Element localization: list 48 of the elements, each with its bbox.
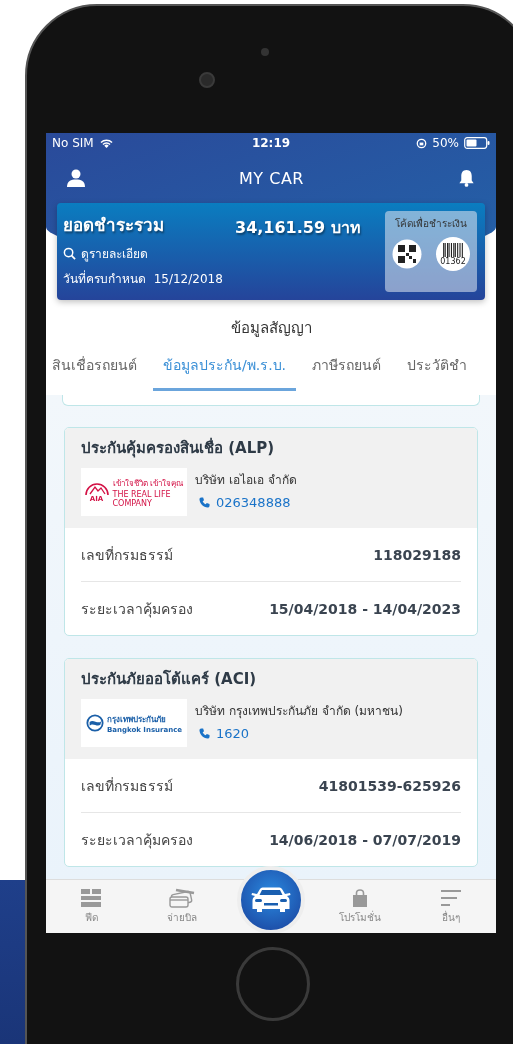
wifi-icon (98, 137, 114, 149)
tab[interactable]: ข้อมูลประกัน/พ.ร.บ. (153, 350, 297, 391)
barcode-icon[interactable]: 01362 (436, 237, 470, 271)
field-label: ระยะเวลาคุ้มครอง (81, 599, 193, 620)
policy-title: ประกันภัยออโต้แคร์ (ACI) (81, 669, 258, 690)
cards-icon (168, 888, 195, 908)
clock-time: 12:19 (251, 136, 291, 150)
section-title: ข้อมูลสัญญา (229, 318, 313, 339)
carrier-text: No SIM (52, 136, 94, 150)
nav-item[interactable]: จ่ายบิล (146, 888, 217, 925)
nav-item[interactable]: อื่นๆ (415, 888, 486, 925)
total-amount: 34,161.59 บาท (235, 217, 361, 239)
app-title: MY CAR (239, 168, 304, 188)
phone-icon (199, 497, 210, 508)
battery-icon (464, 137, 490, 149)
total-due-label: ยอดชำระรวม (63, 214, 165, 237)
field-label: เลขที่กรมธรรม์ (81, 776, 173, 796)
feed-icon (80, 888, 103, 908)
rotation-lock-icon (416, 137, 428, 149)
field-value: 41801539-625926 (318, 777, 461, 794)
speaker-grille (261, 48, 269, 56)
phone-link[interactable]: 1620 (195, 726, 403, 741)
phone-icon (199, 728, 210, 739)
field-value: 118029188 (373, 546, 461, 563)
insurer-name: บริษัท กรุงเทพประกันภัย จำกัด (มหาชน) (195, 703, 403, 720)
nav-item[interactable]: ฟีด (56, 888, 127, 925)
camera-lens (199, 72, 215, 88)
menu-icon (439, 888, 462, 908)
profile-icon[interactable] (66, 168, 86, 188)
details-link[interactable]: ดูรายละเอียด (63, 244, 223, 263)
due-date-text: วันที่ครบกำหนด 15/12/2018 (63, 269, 223, 288)
insurer-name: บริษัท เอไอเอ จำกัด (195, 472, 297, 489)
notification-bell-icon[interactable] (457, 168, 476, 188)
field-value: 14/06/2018 - 07/07/2019 (269, 831, 461, 848)
battery-percent: 50% (432, 136, 459, 150)
field-label: ระยะเวลาคุ้มครอง (81, 830, 193, 851)
search-icon (63, 247, 76, 260)
tab[interactable]: ประวัติชำ (397, 350, 478, 391)
pay-code-title: โค้ดเพื่อชำระเงิน (395, 216, 467, 231)
phone-link[interactable]: 026348888 (195, 495, 297, 510)
policy-title: ประกันคุ้มครองสินเชื่อ (ALP) (81, 436, 276, 460)
qr-code-icon[interactable] (392, 239, 422, 269)
tab[interactable]: สินเชื่อรถยนต์ (46, 350, 147, 391)
field-value: 15/04/2018 - 14/04/2023 (269, 600, 461, 617)
nav-item[interactable]: โปรโมชั่น (325, 888, 396, 925)
tab[interactable]: ภาษีรถยนต์ (302, 350, 392, 391)
field-label: เลขที่กรมธรรม์ (81, 545, 173, 565)
car-icon (250, 886, 291, 913)
